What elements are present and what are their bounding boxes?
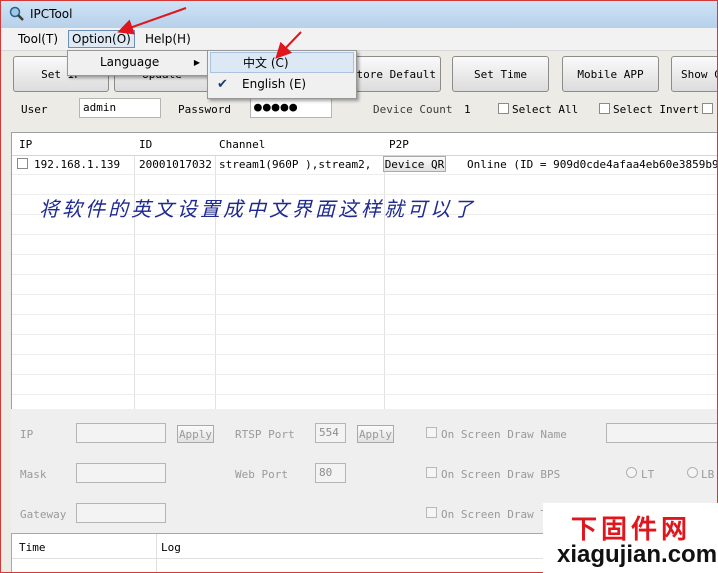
password-label: Password (178, 103, 231, 116)
row-divider (12, 394, 717, 395)
device-count-value: 1 (464, 103, 471, 116)
menu-item-english-label: English (E) (242, 77, 307, 91)
lt-label: LT (641, 468, 655, 481)
menu-item-english[interactable]: ✔ English (E) (210, 74, 354, 95)
app-window: IPCTool Tool(T) Option(O) Help(H) Set IP… (0, 0, 718, 573)
osd-name-input[interactable] (606, 423, 717, 443)
row-divider (12, 354, 717, 355)
mask-input[interactable] (76, 463, 166, 483)
menu-help[interactable]: Help(H) (142, 31, 194, 47)
row-p2p-status: Online (ID = 909d0cde4afaa4eb60e3859b9da… (467, 158, 718, 171)
select-all-checkbox[interactable] (498, 103, 509, 114)
device-qr-button[interactable]: Device QR (383, 156, 446, 172)
device-count-label: Device Count (373, 103, 453, 116)
row-divider (12, 174, 717, 175)
restore-default-button[interactable]: Restore Default (344, 56, 441, 92)
row-divider (12, 294, 717, 295)
column-header-time[interactable]: Time (19, 541, 46, 554)
menu-tool[interactable]: Tool(T) (15, 31, 61, 47)
menu-item-chinese-label: 中文 (C) (243, 56, 289, 70)
row-divider (12, 234, 717, 235)
table-header: IP ID Channel P2P (12, 133, 717, 156)
row-divider (12, 254, 717, 255)
osd-bps-checkbox[interactable] (426, 467, 437, 478)
select-all-label: Select All (512, 103, 579, 116)
gateway-label: Gateway (20, 508, 67, 521)
select-invert-checkbox[interactable] (599, 103, 610, 114)
apply-ip-button[interactable]: Apply (177, 425, 214, 443)
row-id: 20001017032 (139, 158, 212, 171)
osd-name-label: On Screen Draw Name (441, 428, 567, 441)
column-header-p2p[interactable]: P2P (389, 138, 409, 151)
web-port-input[interactable]: 80 (315, 463, 346, 483)
submenu-arrow-icon: ▶ (193, 58, 200, 67)
column-divider (156, 534, 157, 572)
show-client-button[interactable]: Show Cl (671, 56, 717, 92)
set-time-button[interactable]: Set Time (452, 56, 549, 92)
rtsp-port-label: RTSP Port (235, 428, 295, 441)
user-label: User (21, 103, 48, 116)
mask-label: Mask (20, 468, 47, 481)
osd-name-checkbox[interactable] (426, 427, 437, 438)
web-port-label: Web Port (235, 468, 288, 481)
row-ip: 192.168.1.139 (34, 158, 121, 171)
column-header-log[interactable]: Log (161, 541, 181, 554)
window-title: IPCTool (30, 7, 73, 21)
rtsp-port-input[interactable]: 554 (315, 423, 346, 443)
annotation-text: 将软件的英文设置成中文界面这样就可以了 (39, 197, 476, 221)
row-channel: stream1(960P ),stream2, (219, 158, 372, 171)
menu-item-language-label: Language (100, 55, 160, 69)
lt-radio[interactable] (626, 467, 637, 478)
option-dropdown: Language ▶ (67, 50, 211, 76)
watermark-line2: xiagujian.com (557, 541, 718, 568)
menu-option[interactable]: Option(O) (68, 30, 135, 48)
row-divider (12, 314, 717, 315)
menu-item-language[interactable]: Language ▶ (70, 52, 206, 73)
column-header-channel[interactable]: Channel (219, 138, 265, 151)
osd-time-checkbox[interactable] (426, 507, 437, 518)
menu-item-chinese[interactable]: 中文 (C) (210, 52, 354, 73)
device-table: IP ID Channel P2P 192.168.1.139 20001017… (11, 132, 718, 411)
title-bar: IPCTool (1, 1, 717, 28)
row-divider (12, 334, 717, 335)
password-input[interactable]: ●●●●● (250, 98, 332, 118)
column-header-ip[interactable]: IP (19, 138, 32, 151)
lb-label: LB (701, 468, 715, 481)
lb-radio[interactable] (687, 467, 698, 478)
app-icon (9, 6, 24, 21)
checkmark-icon: ✔ (217, 77, 228, 92)
osd-bps-label: On Screen Draw BPS (441, 468, 561, 481)
watermark: 下固件网 xiagujian.com (543, 503, 718, 573)
ip-label: IP (20, 428, 34, 441)
user-input[interactable]: admin (79, 98, 161, 118)
row-divider (12, 374, 717, 375)
ip-input[interactable] (76, 423, 166, 443)
language-submenu: 中文 (C) ✔ English (E) (207, 50, 357, 99)
gateway-input[interactable] (76, 503, 166, 523)
apply-rtsp-button[interactable]: Apply (357, 425, 394, 443)
column-header-id[interactable]: ID (139, 138, 152, 151)
select-invert-label: Select Invert (613, 103, 700, 116)
row-divider (12, 274, 717, 275)
menu-bar: Tool(T) Option(O) Help(H) (1, 28, 717, 51)
osd-time-label: On Screen Draw Ti (441, 508, 554, 521)
mobile-app-button[interactable]: Mobile APP (562, 56, 659, 92)
extra-checkbox[interactable] (702, 103, 713, 114)
row-checkbox[interactable] (17, 158, 28, 169)
